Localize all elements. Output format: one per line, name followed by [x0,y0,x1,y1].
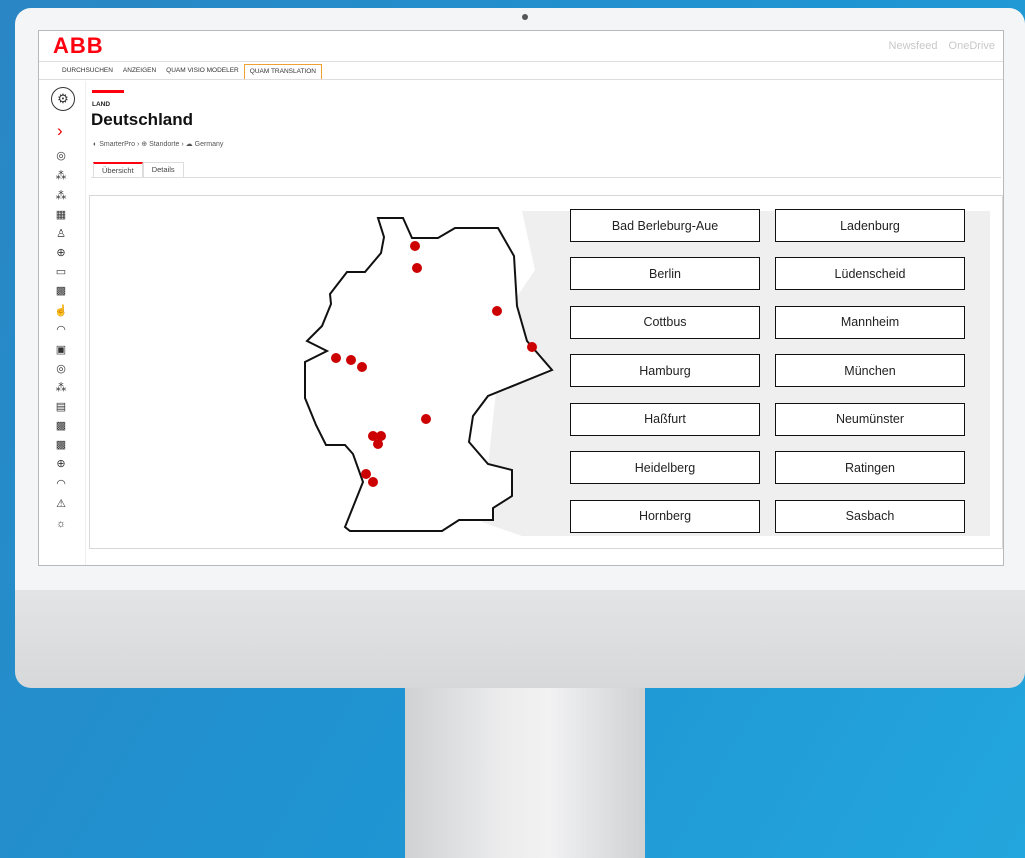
hierarchy-icon[interactable]: ⁂ [54,169,68,183]
cube-icon[interactable]: ▩ [54,438,68,452]
country-icon: ☁ [185,141,193,148]
target-icon[interactable]: ◎ [54,362,68,376]
main-tabs: DURCHSUCHEN ANZEIGEN QUAM VISIO MODELER … [57,64,322,79]
camera-icon [522,14,528,20]
monitor-stand [405,688,645,858]
city-marker [412,263,422,273]
city-marker [421,414,431,424]
city-button-ladenburg[interactable]: Ladenburg [775,209,965,242]
hierarchy-icon[interactable]: ⁂ [54,189,68,203]
tab-quam-translation[interactable]: QUAM TRANSLATION [243,64,322,79]
thumbs-up-icon[interactable]: ☝ [54,304,68,318]
tab-divider [39,79,1003,80]
city-button-hassfurt[interactable]: Haßfurt [570,402,760,436]
breadcrumb: ◐ SmarterPro › ⊕ Standorte › ☁ Germany [93,140,223,148]
city-button-heidelberg[interactable]: Heidelberg [570,451,760,485]
gauge-icon[interactable]: ◠ [54,323,68,337]
breadcrumb-smarterpro[interactable]: SmarterPro [99,141,135,148]
city-button-cottbus[interactable]: Cottbus [570,305,760,339]
city-marker [361,469,371,479]
gauge-icon[interactable]: ◠ [54,477,68,491]
subtab-divider [91,177,1001,178]
map-panel: Bad Berleburg-Aue Ladenburg Berlin Lüden… [89,195,1003,549]
document-icon[interactable]: ▤ [54,400,68,414]
breadcrumb-germany[interactable]: Germany [195,141,224,148]
hierarchy-icon[interactable]: ⁂ [54,381,68,395]
city-button-sasbach[interactable]: Sasbach [775,499,965,533]
main-content: LAND Deutschland ◐ SmarterPro › ⊕ Stando… [89,83,1003,565]
city-marker [373,439,383,449]
city-marker [331,353,341,363]
accent-bar [92,90,124,93]
cube-icon[interactable]: ▩ [54,419,68,433]
chevron-right-icon[interactable]: › [57,122,63,139]
sidebar: ⚙ › ◎ ⁂ ⁂ ▦ ♙ ⊕ ▭ ▩ ☝ ◠ ▣ ◎ ⁂ ▤ ▩ ▩ ⊕ ◠ … [39,81,86,565]
tab-quam-visio-modeler[interactable]: QUAM VISIO MODELER [161,64,244,78]
tab-durchsuchen[interactable]: DURCHSUCHEN [57,64,118,78]
tab-details[interactable]: Details [142,162,184,177]
breadcrumb-standorte[interactable]: Standorte [149,141,179,148]
onedrive-link[interactable]: OneDrive [949,40,995,52]
smarterpro-icon: ◐ [93,141,98,148]
globe-icon[interactable]: ⊕ [54,457,68,471]
page-label: LAND [92,101,111,108]
image-icon[interactable]: ▣ [54,343,68,357]
city-marker [492,306,502,316]
city-marker [346,355,356,365]
sub-tabs: Übersicht Details [93,162,184,178]
bulb-icon[interactable]: ☼ [54,517,68,531]
breadcrumb-separator: › [181,141,184,148]
tab-uebersicht[interactable]: Übersicht [93,162,143,178]
cube-icon[interactable]: ▩ [54,284,68,298]
city-marker [357,362,367,372]
city-marker [527,342,537,352]
city-button-mannheim[interactable]: Mannheim [775,305,965,339]
app-screen: ABB Newsfeed OneDrive DURCHSUCHEN ANZEIG… [38,30,1004,566]
warning-icon[interactable]: ⚠ [54,497,68,511]
city-button-luedenscheid[interactable]: Lüdenscheid [775,257,965,291]
abb-logo: ABB [53,33,104,58]
devices-icon[interactable]: ▭ [54,265,68,279]
top-bar: ABB Newsfeed OneDrive [39,31,1003,62]
target-icon[interactable]: ◎ [54,149,68,163]
breadcrumb-separator: › [136,141,140,148]
person-icon[interactable]: ♙ [54,227,68,241]
city-button-berlin[interactable]: Berlin [570,257,760,291]
monitor-chin [15,590,1025,688]
city-button-bad-berleburg-aue[interactable]: Bad Berleburg-Aue [570,209,760,242]
tab-anzeigen[interactable]: ANZEIGEN [118,64,161,78]
city-button-muenchen[interactable]: München [775,354,965,388]
city-marker [368,477,378,487]
city-button-hamburg[interactable]: Hamburg [570,354,760,388]
city-button-ratingen[interactable]: Ratingen [775,451,965,485]
top-links: Newsfeed OneDrive [881,40,995,52]
page-title: Deutschland [91,110,194,129]
city-button-neumuenster[interactable]: Neumünster [775,402,965,436]
newsfeed-link[interactable]: Newsfeed [889,40,938,52]
city-marker [410,241,420,251]
city-list: Bad Berleburg-Aue Ladenburg Berlin Lüden… [570,206,989,534]
globe-icon: ⊕ [141,141,148,148]
globe-icon[interactable]: ⊕ [54,246,68,260]
building-icon[interactable]: ▦ [54,208,68,222]
refresh-gear-icon[interactable]: ⚙ [51,87,75,111]
city-button-hornberg[interactable]: Hornberg [570,499,760,533]
